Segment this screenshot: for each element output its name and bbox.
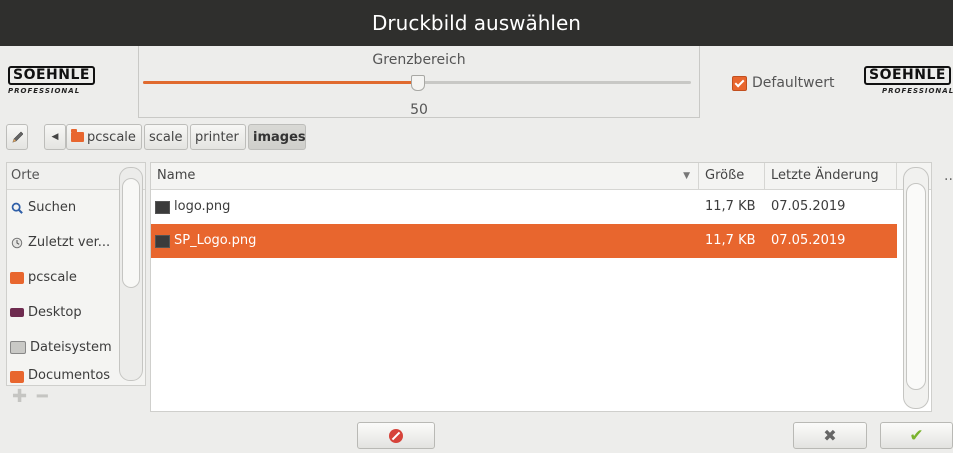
sidebar-item-desktop[interactable]: Desktop <box>7 295 118 330</box>
sidebar-item-label: Dateisystem <box>30 340 112 355</box>
confirm-button[interactable]: ✔ <box>880 422 953 449</box>
slider-value: 50 <box>410 102 428 118</box>
threshold-slider-panel: Grenzbereich 50 <box>138 46 700 118</box>
sidebar-item-label: Suchen <box>28 200 77 215</box>
sidebar-item-label: Zuletzt ver... <box>28 235 111 250</box>
places-scrollbar[interactable] <box>119 167 143 381</box>
file-name-cell: SP_Logo.png <box>151 224 699 258</box>
chevron-left-icon: ◀ <box>51 132 59 142</box>
options-bar: SOEHNLE PROFESSIONAL Grenzbereich 50 Def… <box>0 46 953 118</box>
logo-brand-text: SOEHNLE <box>8 66 95 85</box>
column-header-name[interactable]: Name ▼ <box>151 163 699 189</box>
sidebar-item-filesystem[interactable]: Dateisystem <box>7 330 118 365</box>
slider-label: Grenzbereich <box>372 52 466 68</box>
soehnle-logo-left: SOEHNLE PROFESSIONAL <box>8 66 102 96</box>
image-file-icon <box>155 234 170 248</box>
slider-handle[interactable] <box>411 75 425 91</box>
slider-fill <box>143 81 417 84</box>
recent-icon <box>11 237 23 248</box>
column-header-label: Letzte Änderung <box>771 168 879 183</box>
home-folder-icon <box>71 129 84 142</box>
checkmark-icon: ✔ <box>909 425 924 446</box>
window-title-bar: Druckbild auswählen <box>0 0 953 46</box>
path-segment-printer[interactable]: printer <box>190 124 246 150</box>
soehnle-logo-right: SOEHNLE PROFESSIONAL <box>864 66 953 96</box>
column-header-modified[interactable]: Letzte Änderung <box>765 163 897 189</box>
default-checkbox[interactable] <box>732 75 747 91</box>
path-segment-label: scale <box>149 129 183 145</box>
sidebar-item-label: Desktop <box>28 305 82 320</box>
file-name: SP_Logo.png <box>174 233 257 248</box>
clear-button[interactable]: ✖ <box>793 422 867 449</box>
column-header-label: Größe <box>705 168 745 183</box>
sidebar-item-pcscale[interactable]: pcscale <box>7 260 118 295</box>
default-checkbox-row[interactable]: Defaultwert <box>732 75 834 91</box>
logo-sub-text: PROFESSIONAL <box>882 87 953 95</box>
desktop-icon <box>10 308 24 317</box>
file-list-scrollbar[interactable] <box>903 167 929 409</box>
places-tools: ✚ ━ <box>12 386 48 407</box>
logo-brand-text: SOEHNLE <box>864 66 951 85</box>
default-checkbox-label[interactable]: Defaultwert <box>752 75 834 91</box>
file-row-selected[interactable]: SP_Logo.png 11,7 KB 07.05.2019 <box>151 224 897 258</box>
column-header-label: Name <box>157 168 196 183</box>
path-segment-label: pcscale <box>87 129 136 145</box>
sidebar-item-label: pcscale <box>28 270 77 285</box>
sidebar-item-recent[interactable]: Zuletzt ver... <box>7 225 118 260</box>
file-list-scrollbar-thumb[interactable] <box>906 183 926 390</box>
slider-track[interactable] <box>143 75 691 91</box>
file-size: 11,7 KB <box>705 233 756 248</box>
path-segment-pcscale[interactable]: pcscale <box>66 124 142 150</box>
cancel-icon <box>389 428 403 443</box>
image-file-icon <box>155 200 170 214</box>
file-row[interactable]: logo.png 11,7 KB 07.05.2019 <box>151 190 897 224</box>
path-back-button[interactable]: ◀ <box>44 124 66 150</box>
path-segment-label: printer <box>195 129 239 145</box>
pencil-icon <box>12 131 23 143</box>
file-list-header: Name ▼ Größe Letzte Änderung <box>151 163 931 190</box>
file-name-cell: logo.png <box>151 190 699 224</box>
file-modified: 07.05.2019 <box>771 233 846 248</box>
path-segment-label: images <box>253 129 306 145</box>
drive-icon <box>10 341 26 354</box>
more-options-icon[interactable]: ... <box>944 168 953 184</box>
sidebar-item-label: Documentos <box>28 368 111 383</box>
search-icon <box>11 202 23 214</box>
column-header-size[interactable]: Größe <box>699 163 765 189</box>
home-folder-icon <box>10 271 24 284</box>
file-modified: 07.05.2019 <box>771 199 846 214</box>
logo-sub-text: PROFESSIONAL <box>8 87 81 95</box>
remove-bookmark-icon[interactable]: ━ <box>37 386 48 407</box>
places-scrollbar-thumb[interactable] <box>122 178 140 288</box>
file-size: 11,7 KB <box>705 199 756 214</box>
file-list: Name ▼ Größe Letzte Änderung logo.png 11… <box>150 162 932 412</box>
sort-arrow-icon: ▼ <box>683 171 690 181</box>
folder-icon <box>10 371 24 383</box>
sidebar-item-documentos[interactable]: Documentos <box>7 365 118 383</box>
path-bar: ◀ pcscale scale printer images <box>0 120 953 152</box>
path-segment-images[interactable]: images <box>248 124 306 150</box>
file-name: logo.png <box>174 199 231 214</box>
close-icon: ✖ <box>823 426 837 445</box>
add-bookmark-icon[interactable]: ✚ <box>12 386 27 407</box>
edit-location-button[interactable] <box>6 124 28 150</box>
cancel-button[interactable] <box>357 422 435 449</box>
window-title: Druckbild auswählen <box>372 11 581 35</box>
path-segment-scale[interactable]: scale <box>144 124 188 150</box>
sidebar-item-search[interactable]: Suchen <box>7 190 118 225</box>
places-sidebar: Orte Suchen Zuletzt ver... pcscale Deskt… <box>6 162 146 386</box>
